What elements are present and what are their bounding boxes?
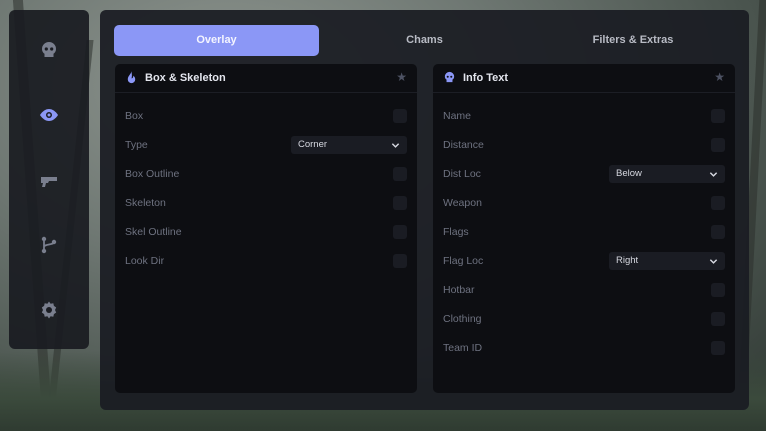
option-weapon: Weapon [443, 194, 725, 214]
option-flag-loc: Flag Loc Right [443, 252, 725, 272]
tab-filters-extras[interactable]: Filters & Extras [530, 25, 736, 56]
flags-checkbox[interactable] [711, 225, 725, 239]
card-header: Info Text ★ [433, 64, 735, 93]
select-value: Below [616, 168, 642, 179]
option-label: Distance [443, 139, 484, 151]
skel-outline-checkbox[interactable] [393, 225, 407, 239]
option-label: Box Outline [125, 168, 180, 180]
name-checkbox[interactable] [711, 109, 725, 123]
gear-icon[interactable] [36, 297, 62, 323]
box-outline-checkbox[interactable] [393, 167, 407, 181]
box-checkbox[interactable] [393, 109, 407, 123]
option-label: Team ID [443, 342, 483, 354]
option-hotbar: Hotbar [443, 281, 725, 301]
option-label: Flag Loc [443, 255, 484, 267]
tab-overlay[interactable]: Overlay [114, 25, 319, 56]
flame-icon [127, 71, 136, 84]
option-label: Name [443, 110, 472, 122]
clothing-checkbox[interactable] [711, 312, 725, 326]
team-id-checkbox[interactable] [711, 341, 725, 355]
option-label: Box [125, 110, 144, 122]
dist-loc-select[interactable]: Below [609, 165, 725, 183]
weapon-checkbox[interactable] [711, 196, 725, 210]
option-label: Hotbar [443, 284, 475, 296]
option-label: Look Dir [125, 255, 165, 267]
type-select[interactable]: Corner [291, 136, 407, 154]
skull-icon [444, 71, 455, 83]
option-type: Type Corner [125, 136, 407, 156]
chevron-down-icon [391, 143, 400, 148]
hotbar-checkbox[interactable] [711, 283, 725, 297]
look-dir-checkbox[interactable] [393, 254, 407, 268]
option-label: Type [125, 139, 148, 151]
card-title: Info Text [463, 72, 509, 84]
option-label: Weapon [443, 197, 482, 209]
tab-bar: Overlay Chams Filters & Extras [114, 25, 736, 56]
card-title: Box & Skeleton [145, 72, 226, 84]
option-flags: Flags [443, 223, 725, 243]
option-box: Box [125, 107, 407, 127]
distance-checkbox[interactable] [711, 138, 725, 152]
chevron-down-icon [709, 259, 718, 264]
select-value: Corner [298, 139, 328, 150]
card-header: Box & Skeleton ★ [115, 64, 417, 93]
info-text-card: Info Text ★ Name Distance Dist Loc Below… [433, 64, 735, 393]
branch-icon[interactable] [36, 232, 62, 258]
gun-icon[interactable] [36, 168, 62, 194]
option-skeleton: Skeleton [125, 194, 407, 214]
main-panel: Overlay Chams Filters & Extras Box & Ske… [100, 10, 749, 410]
eye-icon[interactable] [36, 102, 62, 128]
select-value: Right [616, 255, 639, 266]
option-label: Flags [443, 226, 469, 238]
option-clothing: Clothing [443, 310, 725, 330]
option-look-dir: Look Dir [125, 252, 407, 272]
option-name: Name [443, 107, 725, 127]
tab-chams[interactable]: Chams [322, 25, 527, 56]
option-skel-outline: Skel Outline [125, 223, 407, 243]
option-team-id: Team ID [443, 339, 725, 359]
sidebar [9, 10, 89, 349]
star-icon[interactable]: ★ [396, 70, 407, 84]
option-dist-loc: Dist Loc Below [443, 165, 725, 185]
option-box-outline: Box Outline [125, 165, 407, 185]
flag-loc-select[interactable]: Right [609, 252, 725, 270]
option-label: Dist Loc [443, 168, 481, 180]
skeleton-checkbox[interactable] [393, 196, 407, 210]
chevron-down-icon [709, 172, 718, 177]
option-label: Skeleton [125, 197, 166, 209]
star-icon[interactable]: ★ [714, 70, 725, 84]
box-skeleton-card: Box & Skeleton ★ Box Type Corner Box Out… [115, 64, 417, 393]
option-label: Skel Outline [125, 226, 182, 238]
option-distance: Distance [443, 136, 725, 156]
skull-icon[interactable] [36, 37, 62, 63]
option-label: Clothing [443, 313, 482, 325]
